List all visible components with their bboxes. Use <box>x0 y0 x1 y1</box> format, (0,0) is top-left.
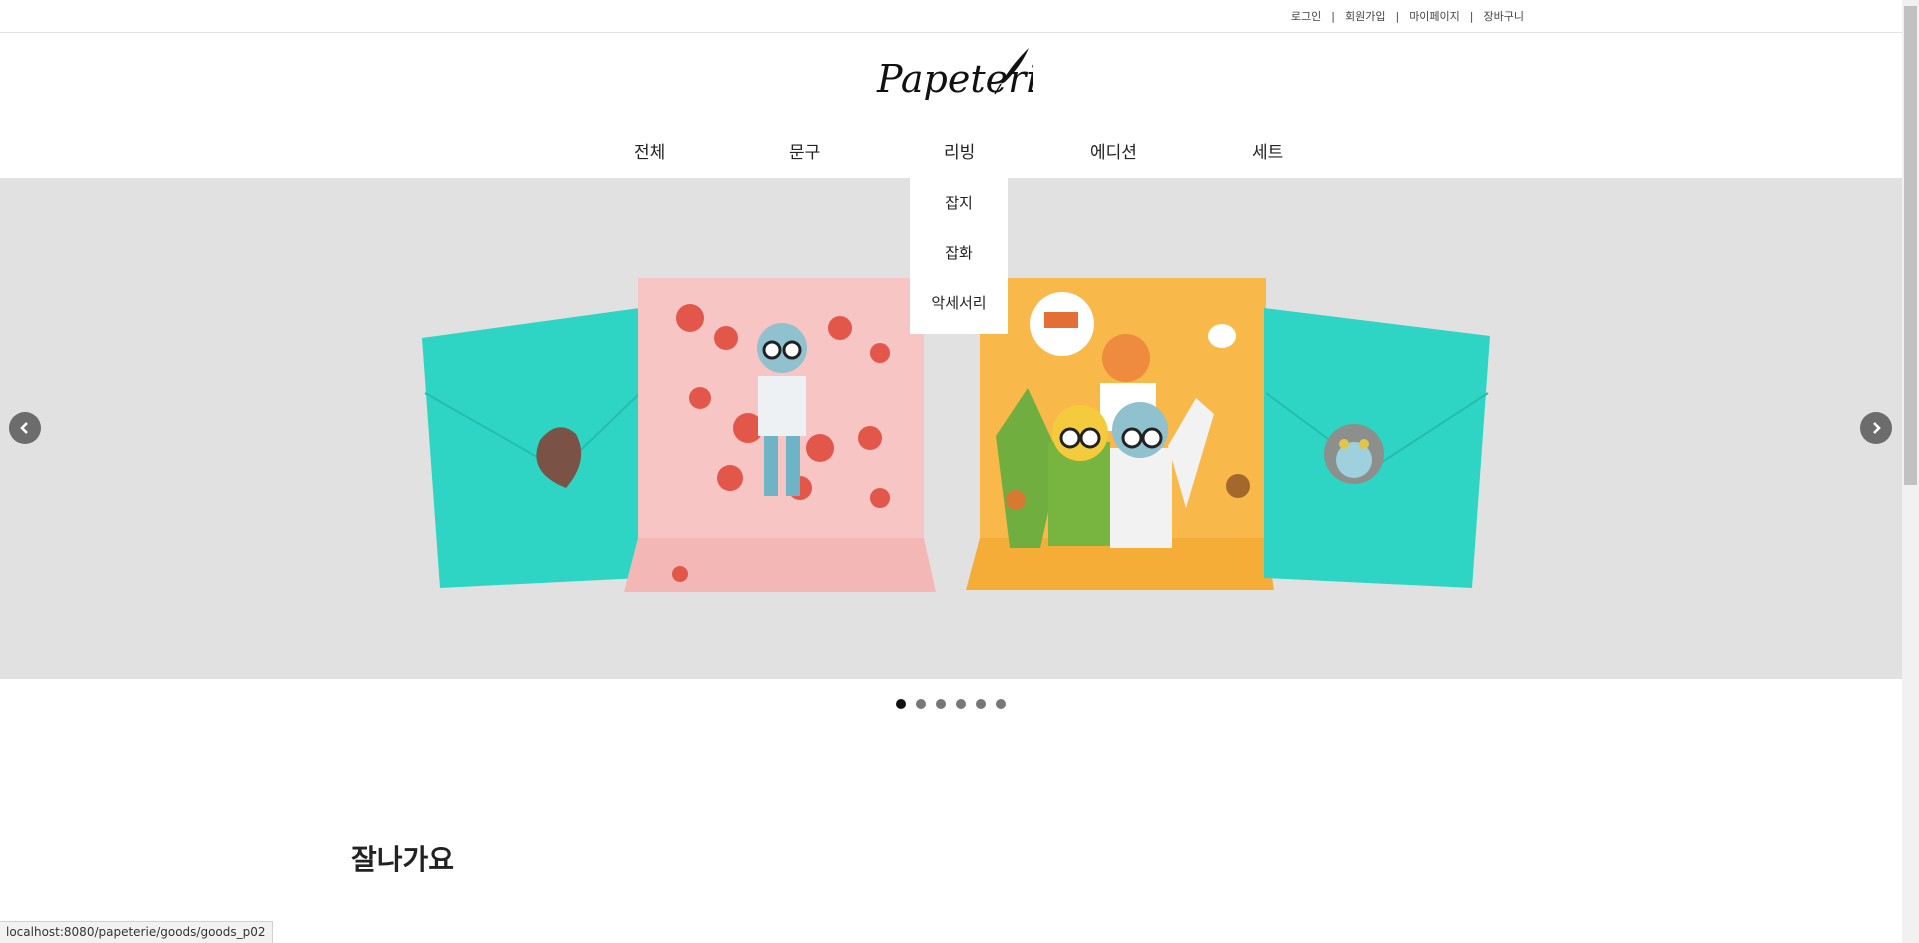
best-section-title: 잘나가요 <box>351 843 455 876</box>
slide-dot-4[interactable] <box>956 699 966 709</box>
dropdown-item-goods[interactable]: 잡화 <box>910 242 1008 263</box>
dropdown-item-magazine[interactable]: 잡지 <box>910 192 1008 213</box>
signup-link[interactable]: 회원가입 <box>1345 8 1385 24</box>
slide-dot-1[interactable] <box>896 699 906 709</box>
nav-item-stationery[interactable]: 문구 <box>789 138 820 163</box>
site-logo[interactable]: Papeterie <box>873 44 1061 116</box>
slide-dot-3[interactable] <box>936 699 946 709</box>
slide-dot-6[interactable] <box>996 699 1006 709</box>
nav-item-set[interactable]: 세트 <box>1252 138 1283 163</box>
main-nav: 전체 문구 리빙 에디션 세트 <box>0 134 1902 178</box>
dropdown-item-accessory[interactable]: 악세서리 <box>910 292 1008 313</box>
utility-links: 로그인 | 회원가입 | 마이페이지 | 장바구니 <box>1291 8 1524 24</box>
separator: | <box>1395 9 1400 23</box>
page-scrollbar[interactable] <box>1902 0 1919 943</box>
prev-slide-button[interactable] <box>9 412 41 444</box>
nav-item-all[interactable]: 전체 <box>634 138 665 163</box>
mypage-link[interactable]: 마이페이지 <box>1409 8 1460 24</box>
chevron-left-icon <box>20 422 28 434</box>
next-slide-button[interactable] <box>1860 412 1892 444</box>
scrollbar-thumb[interactable] <box>1904 6 1917 485</box>
utility-bar: 로그인 | 회원가입 | 마이페이지 | 장바구니 <box>0 0 1902 33</box>
slider-pagination <box>896 699 1006 709</box>
nav-item-edition[interactable]: 에디션 <box>1090 138 1137 163</box>
logo-text: Papeterie <box>876 57 1033 101</box>
slide-dot-5[interactable] <box>976 699 986 709</box>
cart-link[interactable]: 장바구니 <box>1484 8 1524 24</box>
envelope-left <box>422 308 640 588</box>
separator: | <box>1469 9 1474 23</box>
slide-dot-2[interactable] <box>916 699 926 709</box>
browser-status-bar: localhost:8080/papeterie/goods/goods_p02 <box>0 921 273 943</box>
nav-item-living[interactable]: 리빙 <box>944 138 975 163</box>
login-link[interactable]: 로그인 <box>1291 8 1321 24</box>
chevron-right-icon <box>1873 422 1881 434</box>
separator: | <box>1331 9 1335 23</box>
living-dropdown-menu: 잡지 잡화 악세서리 <box>910 178 1008 334</box>
